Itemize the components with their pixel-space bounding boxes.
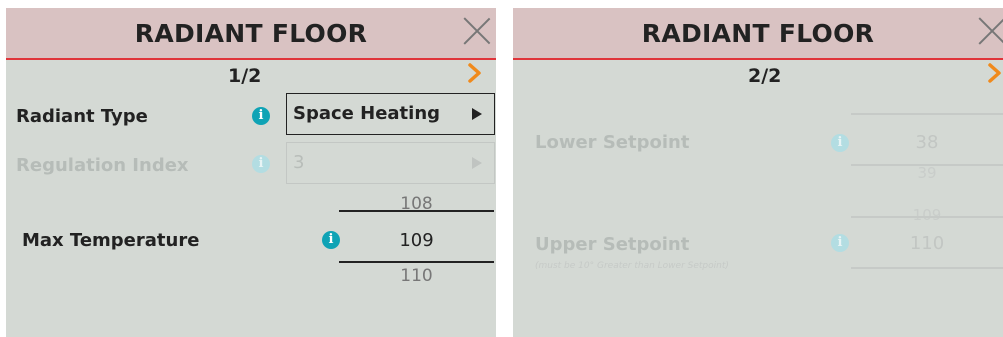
wheel-value-next: 39 bbox=[917, 164, 937, 178]
lower-setpoint-label: Lower Setpoint bbox=[535, 132, 690, 153]
max-temperature-value[interactable]: 109 bbox=[339, 230, 494, 251]
panel-title: RADIANT FLOOR bbox=[134, 19, 368, 48]
radiant-type-label: Radiant Type bbox=[16, 106, 148, 127]
regulation-index-value: 3 bbox=[293, 152, 305, 173]
radiant-type-select[interactable]: Space Heating bbox=[286, 93, 495, 135]
max-temperature-label: Max Temperature bbox=[22, 230, 200, 251]
info-icon[interactable]: i bbox=[252, 107, 270, 125]
chevron-right-icon[interactable] bbox=[987, 62, 1003, 84]
upper-setpoint-value: 110 bbox=[909, 233, 945, 254]
regulation-index-select: 3 bbox=[286, 142, 495, 184]
wheel-value-next[interactable]: 110 bbox=[339, 266, 494, 286]
panel-title: RADIANT FLOOR bbox=[641, 19, 875, 48]
info-icon[interactable]: i bbox=[322, 231, 340, 249]
dropdown-arrow-icon bbox=[472, 157, 482, 169]
info-icon: i bbox=[252, 155, 270, 173]
radiant-type-value: Space Heating bbox=[293, 103, 441, 124]
header-bar: RADIANT FLOOR bbox=[6, 8, 496, 60]
close-icon[interactable] bbox=[978, 16, 1003, 44]
wheel-divider bbox=[339, 261, 494, 263]
close-icon[interactable] bbox=[463, 16, 491, 44]
wheel-divider bbox=[339, 210, 494, 212]
regulation-index-label: Regulation Index bbox=[16, 155, 189, 176]
wheel-divider bbox=[851, 216, 1003, 218]
info-icon: i bbox=[831, 134, 849, 152]
info-icon: i bbox=[831, 234, 849, 252]
radiant-floor-panel-page-2: RADIANT FLOOR 2/2 Lower Setpoint i 38 39… bbox=[513, 8, 1003, 337]
upper-setpoint-note: (must be 10° Greater than Lower Setpoint… bbox=[535, 261, 729, 271]
radiant-floor-panel-page-1: RADIANT FLOOR 1/2 Radiant Type i Space H… bbox=[6, 8, 496, 337]
header-bar: RADIANT FLOOR bbox=[513, 8, 1003, 60]
dropdown-arrow-icon bbox=[472, 108, 482, 120]
wheel-divider bbox=[851, 267, 1003, 269]
upper-setpoint-label: Upper Setpoint bbox=[535, 234, 690, 255]
page-indicator: 2/2 bbox=[748, 65, 782, 87]
page-indicator: 1/2 bbox=[228, 65, 262, 87]
lower-setpoint-value: 38 bbox=[915, 132, 939, 153]
chevron-right-icon[interactable] bbox=[467, 62, 483, 84]
wheel-divider bbox=[851, 113, 1003, 115]
wheel-value-prev: 109 bbox=[912, 206, 942, 224]
